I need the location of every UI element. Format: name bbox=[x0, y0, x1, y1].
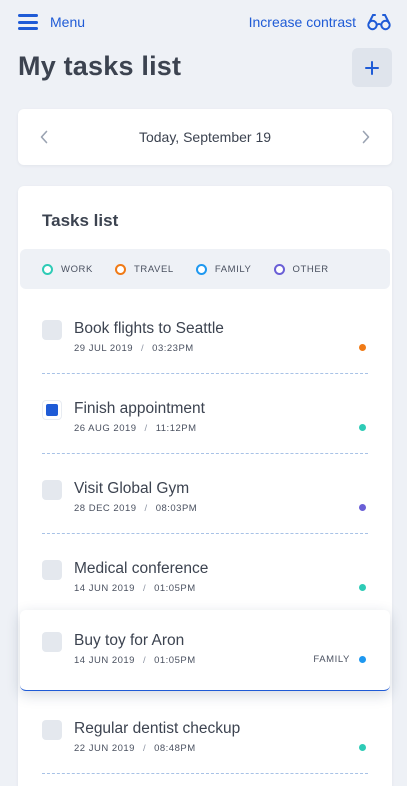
page-title: My tasks list bbox=[18, 51, 182, 81]
family-ring-icon bbox=[195, 263, 207, 275]
task-checkbox[interactable] bbox=[42, 400, 62, 420]
task-datetime: 14 JUN 2019/01:05PM bbox=[74, 583, 196, 594]
category-dot-icon bbox=[359, 584, 366, 591]
task-title: Regular dentist checkup bbox=[74, 720, 241, 737]
task-datetime: 26 AUG 2019/11:12PM bbox=[74, 423, 197, 434]
plus-icon bbox=[365, 60, 379, 75]
task-category-label: FAMILY bbox=[313, 654, 350, 665]
task-time: 01:05PM bbox=[154, 583, 196, 594]
task-date: 14 JUN 2019 bbox=[74, 655, 135, 666]
increase-contrast-label: Increase contrast bbox=[248, 14, 356, 30]
task-title: Visit Global Gym bbox=[74, 480, 190, 497]
task-datetime: 22 JUN 2019/08:48PM bbox=[74, 743, 196, 754]
task-checkbox[interactable] bbox=[42, 560, 62, 580]
increase-contrast-button[interactable]: Increase contrast bbox=[249, 10, 391, 34]
other-ring-icon bbox=[273, 263, 285, 275]
next-day-button[interactable] bbox=[355, 126, 377, 148]
legend-item-travel[interactable]: TRAVEL bbox=[114, 263, 174, 275]
task-date: 26 AUG 2019 bbox=[74, 423, 137, 434]
task-row[interactable]: Regular dentist checkup 22 JUN 2019/08:4… bbox=[18, 694, 392, 774]
task-checkbox[interactable] bbox=[42, 720, 62, 740]
legend-item-other[interactable]: OTHER bbox=[273, 263, 329, 275]
menu-button[interactable]: Menu bbox=[18, 11, 85, 33]
category-dot-icon bbox=[359, 344, 366, 351]
category-legend: WORK TRAVEL FAMILY OTHER bbox=[20, 249, 390, 289]
task-row[interactable]: Book flights to Seattle 29 JUL 2019/03:2… bbox=[18, 294, 392, 374]
legend-label: OTHER bbox=[292, 263, 329, 275]
task-title: Book flights to Seattle bbox=[74, 320, 224, 337]
category-dot-icon bbox=[359, 744, 366, 751]
chevron-right-icon bbox=[362, 130, 370, 144]
category-dot-icon bbox=[359, 504, 366, 511]
task-time: 08:03PM bbox=[155, 503, 198, 514]
date-selector: Today, September 19 bbox=[18, 109, 392, 165]
top-bar: Menu Increase contrast bbox=[0, 0, 407, 44]
work-ring-icon bbox=[42, 263, 53, 275]
task-title: Buy toy for Aron bbox=[74, 632, 185, 649]
task-date: 22 JUN 2019 bbox=[74, 743, 135, 754]
hamburger-icon bbox=[18, 14, 38, 30]
menu-label: Menu bbox=[50, 14, 86, 30]
task-checkbox[interactable] bbox=[42, 320, 62, 340]
task-title: Medical conference bbox=[74, 560, 209, 577]
tasks-panel-title: Tasks list bbox=[42, 211, 119, 230]
legend-label: WORK bbox=[61, 263, 93, 275]
current-date: Today, September 19 bbox=[138, 129, 272, 145]
task-row-selected[interactable]: Buy toy for Aron 14 JUN 2019/01:05PM FAM… bbox=[20, 610, 390, 691]
category-dot-icon bbox=[359, 656, 366, 663]
add-task-button[interactable] bbox=[352, 48, 392, 87]
tasks-panel: Tasks list WORK TRAVEL FAMILY OTHER Book… bbox=[18, 186, 392, 786]
legend-item-work[interactable]: WORK bbox=[42, 263, 93, 275]
task-checkbox[interactable] bbox=[42, 632, 62, 652]
task-datetime: 28 DEC 2019/08:03PM bbox=[74, 503, 198, 514]
legend-label: TRAVEL bbox=[133, 263, 174, 275]
task-time: 11:12PM bbox=[155, 423, 197, 434]
row-divider bbox=[42, 773, 368, 774]
task-checkbox[interactable] bbox=[42, 480, 62, 500]
category-dot-icon bbox=[359, 424, 366, 431]
task-row[interactable]: Medical conference 14 JUN 2019/01:05PM bbox=[18, 534, 392, 614]
task-time: 08:48PM bbox=[154, 743, 196, 754]
glasses-icon bbox=[367, 14, 391, 31]
task-time: 01:05PM bbox=[154, 655, 196, 666]
task-time: 03:23PM bbox=[152, 343, 194, 354]
legend-item-family[interactable]: FAMILY bbox=[195, 263, 252, 275]
task-row[interactable]: Finish appointment 26 AUG 2019/11:12PM bbox=[18, 374, 392, 454]
task-date: 28 DEC 2019 bbox=[74, 503, 137, 514]
legend-label: FAMILY bbox=[214, 263, 252, 275]
task-date: 14 JUN 2019 bbox=[74, 583, 135, 594]
task-datetime: 29 JUL 2019/03:23PM bbox=[74, 343, 194, 354]
travel-ring-icon bbox=[114, 263, 126, 275]
task-date: 29 JUL 2019 bbox=[74, 343, 134, 354]
task-datetime: 14 JUN 2019/01:05PM bbox=[74, 655, 196, 666]
task-title: Finish appointment bbox=[74, 400, 205, 417]
task-row[interactable]: Visit Global Gym 28 DEC 2019/08:03PM bbox=[18, 454, 392, 534]
